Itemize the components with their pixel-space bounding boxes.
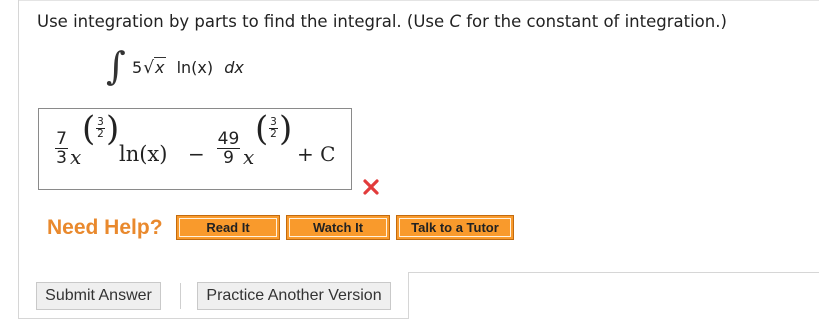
read-it-label: Read It: [179, 218, 277, 237]
term1-denominator: 3: [56, 148, 67, 168]
question-variable: C: [449, 12, 461, 31]
term1-exponent: 3 2: [96, 117, 105, 140]
integrand-coefficient: 5: [132, 58, 143, 77]
frame-lower-right-border: [408, 272, 819, 273]
frame-top-border: [18, 0, 819, 1]
question-prefix: Use integration by parts to find the int…: [37, 12, 450, 31]
question-suffix: for the constant of integration.): [460, 12, 727, 31]
integrand: 5√x ln(x) dx: [132, 57, 244, 78]
talk-to-tutor-label: Talk to a Tutor: [399, 218, 511, 237]
integral-symbol: ∫: [106, 44, 126, 88]
radicand: x: [154, 57, 166, 77]
watch-it-button[interactable]: Watch It: [286, 215, 390, 240]
term2-left-paren: (: [255, 109, 269, 149]
close-icon: [363, 179, 379, 195]
term2-variable: x: [243, 145, 255, 169]
term2-exponent: 3 2: [269, 117, 278, 140]
term1-exponent-denominator: 2: [97, 128, 104, 140]
question-text: Use integration by parts to find the int…: [37, 12, 727, 31]
term2-numerator: 49: [217, 129, 240, 149]
frame-left-border: [18, 0, 19, 318]
frame-notch-border: [408, 272, 409, 319]
term1-exponent-numerator: 3: [97, 116, 104, 128]
plus-constant: + C: [297, 142, 336, 166]
submit-answer-button[interactable]: Submit Answer: [36, 282, 161, 310]
integrand-function: ln(x): [176, 58, 214, 77]
answer-input-box[interactable]: 7 3 x ( 3 2 ) ln(x) − 49 9 x ( 3 2 ) + C: [38, 108, 352, 190]
term1-numerator: 7: [56, 129, 67, 149]
frame-bottom-border: [18, 318, 409, 319]
talk-to-tutor-button[interactable]: Talk to a Tutor: [396, 215, 514, 240]
minus-sign: −: [188, 142, 205, 166]
square-root: √x: [143, 57, 166, 78]
radical-symbol: √: [143, 58, 155, 78]
watch-it-label: Watch It: [289, 218, 387, 237]
term1-right-paren: ): [106, 109, 120, 149]
term2-denominator: 9: [223, 148, 234, 168]
need-help-label: Need Help?: [47, 216, 163, 239]
read-it-button[interactable]: Read It: [176, 215, 280, 240]
integrand-differential: dx: [224, 58, 244, 77]
button-divider: [180, 283, 181, 309]
term2-exponent-denominator: 2: [270, 128, 277, 140]
term2-exponent-numerator: 3: [270, 116, 277, 128]
term2-right-paren: ): [279, 109, 293, 149]
term1-left-paren: (: [82, 109, 96, 149]
practice-another-version-button[interactable]: Practice Another Version: [197, 282, 391, 310]
answer-ln: ln(x): [119, 142, 168, 166]
term1-fraction: 7 3: [55, 130, 68, 167]
term2-fraction: 49 9: [217, 130, 240, 167]
term1-variable: x: [70, 145, 82, 169]
